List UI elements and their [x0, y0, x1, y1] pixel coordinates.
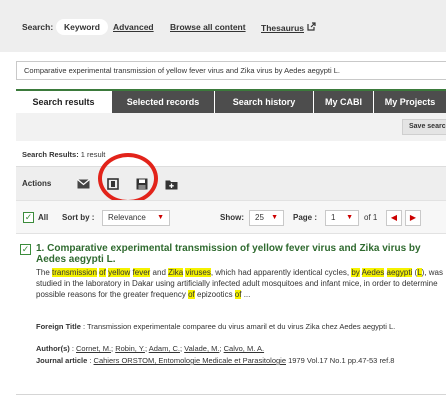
select-all-label: All [38, 213, 49, 222]
record-title-link[interactable]: 1. Comparative experimental transmission… [36, 243, 436, 265]
journal-info: Journal article : Cahiers ORSTOM, Entomo… [36, 356, 395, 365]
highlighted-term: of [188, 290, 195, 300]
highlighted-term: Aedes [361, 268, 385, 277]
results-count: 1 result [80, 150, 106, 159]
save-bar: Save search [16, 113, 446, 141]
search-mode-bar: Search: Keyword Advanced Browse all cont… [0, 0, 446, 52]
divider [16, 394, 446, 395]
actions-label: Actions [22, 179, 52, 188]
highlighted-term: transmission [52, 268, 97, 277]
tab-my-projects[interactable]: My Projects [374, 91, 446, 113]
highlighted-term: yellow [108, 268, 131, 277]
results-label: Search Results: [22, 150, 79, 159]
sort-by-label: Sort by : [62, 213, 95, 222]
tab-search-history[interactable]: Search history [215, 91, 313, 113]
previous-page-button[interactable]: ◀ [386, 210, 402, 226]
author-link[interactable]: Robin, Y. [115, 344, 145, 353]
thesaurus-link[interactable]: Thesaurus [261, 22, 316, 33]
result-record: ✓ 1. Comparative experimental transmissi… [16, 240, 446, 405]
show-count-select[interactable]: 25 ▼ [249, 210, 284, 226]
foreign-title: Foreign Title : Transmission experimenta… [36, 322, 396, 331]
chevron-down-icon: ▼ [346, 214, 353, 221]
abstract-text: The [36, 268, 53, 277]
author-link[interactable]: Calvo, M. A. [224, 344, 264, 353]
author-link[interactable]: Adam, C. [149, 344, 180, 353]
abstract-text: ... [241, 290, 251, 300]
select-all-checkbox[interactable]: ✓ [23, 212, 34, 223]
email-icon[interactable] [76, 177, 90, 191]
results-tabs: Search results Selected records Search h… [16, 89, 446, 113]
chevron-down-icon: ▼ [271, 214, 278, 221]
reference-count: ref.8 [379, 356, 395, 365]
highlighted-term: viruses [185, 268, 211, 277]
page-value: 1 [331, 213, 336, 222]
abstract-text: epizootics [194, 290, 235, 300]
tab-search-results[interactable]: Search results [16, 89, 111, 113]
tab-selected-records[interactable]: Selected records [112, 91, 214, 113]
foreign-title-label: Foreign Title [36, 322, 81, 331]
advanced-search-link[interactable]: Advanced [113, 22, 154, 32]
authors: Author(s) : Cornet, M.; Robin, Y.; Adam,… [36, 344, 265, 353]
browse-all-content-link[interactable]: Browse all content [170, 22, 246, 32]
search-label: Search: [22, 22, 54, 32]
chevron-down-icon: ▼ [157, 214, 164, 221]
journal-label: Journal article [36, 356, 88, 365]
highlighted-term: fever [132, 268, 151, 277]
author-link[interactable]: Valade, M. [184, 344, 219, 353]
page-label: Page : [293, 213, 318, 222]
sort-by-value: Relevance [108, 213, 146, 222]
external-link-icon [307, 22, 316, 33]
author-link[interactable]: Cornet, M. [76, 344, 111, 353]
journal-link[interactable]: Cahiers ORSTOM, Entomologie Medicale et … [94, 356, 286, 365]
record-abstract: The transmission of yellow fever and Zik… [36, 267, 446, 301]
citation-text: 1979 Vol.17 No.1 pp.47-53 [288, 356, 378, 365]
save-search-button[interactable]: Save search [402, 119, 446, 135]
sort-by-select[interactable]: Relevance ▼ [102, 210, 170, 226]
add-to-folder-icon[interactable] [164, 177, 178, 191]
keyword-search-tab[interactable]: Keyword [56, 19, 108, 35]
highlighted-term: aegypti [386, 268, 413, 277]
actions-bar: Actions [16, 166, 446, 200]
highlighted-term: by [351, 268, 360, 277]
thesaurus-label: Thesaurus [261, 23, 304, 33]
page-select[interactable]: 1 ▼ [325, 210, 359, 226]
page-total-label: of 1 [364, 213, 378, 222]
record-checkbox[interactable]: ✓ [20, 244, 31, 255]
results-summary: Search Results: 1 result [22, 150, 105, 159]
highlight-ring-annotation [98, 153, 158, 204]
next-page-button[interactable]: ▶ [405, 210, 421, 226]
sort-pagination-bar: ✓ All Sort by : Relevance ▼ Show: 25 ▼ P… [16, 200, 446, 234]
authors-label: Author(s) [36, 344, 70, 353]
abstract-text: and [150, 268, 169, 277]
foreign-title-value: Transmission experimentale comparee du v… [87, 322, 396, 331]
author-links: Cornet, M.; Robin, Y.; Adam, C.; Valade,… [76, 344, 265, 353]
highlighted-term: of [99, 268, 106, 277]
show-label: Show: [220, 213, 244, 222]
abstract-text: , which had apparently identical cycles, [210, 268, 352, 277]
highlighted-term: Zika [168, 268, 184, 277]
show-count-value: 25 [255, 213, 264, 222]
search-query-input[interactable]: Comparative experimental transmission of… [16, 61, 446, 80]
tab-my-cabi[interactable]: My CABI [314, 91, 373, 113]
